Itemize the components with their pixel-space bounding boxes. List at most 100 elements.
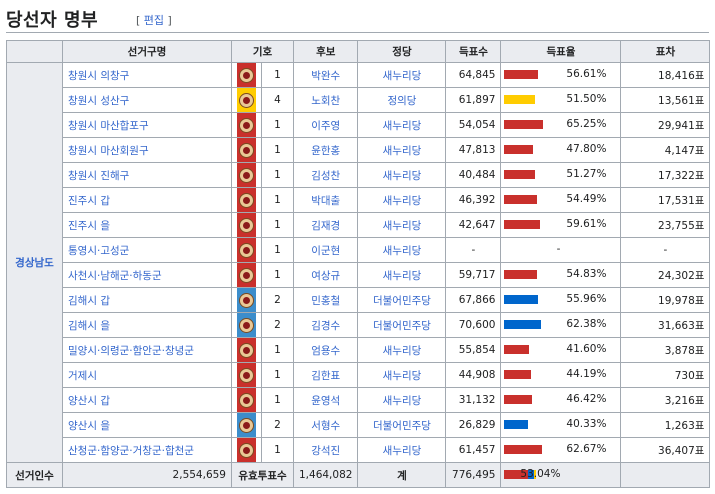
district-link[interactable]: 김해시 을 (62, 312, 232, 338)
district-link[interactable]: 진주시 갑 (62, 187, 232, 213)
candidate-link[interactable]: 김재경 (292, 212, 359, 238)
party-color-swatch (237, 63, 256, 87)
party-link[interactable]: 새누리당 (357, 187, 447, 213)
party-link[interactable]: 정의당 (357, 87, 447, 113)
candidate-link[interactable]: 엄용수 (292, 337, 359, 363)
candidate-link[interactable]: 여상규 (292, 262, 359, 288)
table-row: 진주시 갑 1 박대출 새누리당 46,392 54.49% 17,531표 (7, 187, 711, 213)
party-emblem-cell (231, 262, 262, 288)
vote-share: 62.38% (503, 313, 608, 337)
party-color-swatch (237, 113, 256, 137)
vote-share-label: 55.96% (566, 293, 607, 305)
party-color-swatch (237, 188, 256, 212)
party-link[interactable]: 새누리당 (357, 362, 447, 388)
vote-share-cell: 46.42% (500, 387, 622, 413)
party-link[interactable]: 새누리당 (357, 137, 447, 163)
party-link[interactable]: 새누리당 (357, 437, 447, 463)
vote-share-cell: 44.19% (500, 362, 622, 388)
district-link[interactable]: 진주시 을 (62, 212, 232, 238)
seal-core (243, 321, 250, 329)
candidate-link[interactable]: 민홍철 (292, 287, 359, 313)
seal-core (243, 271, 250, 279)
national-seal-icon (239, 117, 254, 133)
national-seal-icon (239, 417, 254, 433)
total-label: 계 (357, 462, 447, 488)
district-link[interactable]: 양산시 을 (62, 412, 232, 438)
candidate-number: 2 (261, 287, 294, 313)
vote-share-cell: 56.61% (500, 62, 622, 88)
party-link[interactable]: 새누리당 (357, 237, 447, 263)
party-link[interactable]: 새누리당 (357, 162, 447, 188)
seal-core (243, 146, 250, 154)
candidate-link[interactable]: 윤한홍 (292, 137, 359, 163)
table-row: 창원시 마산합포구 1 이주영 새누리당 54,054 65.25% 29,941표 (7, 112, 711, 138)
vote-count: - (445, 237, 502, 263)
vote-margin: 3,216표 (620, 387, 711, 413)
vote-share: 65.25% (503, 113, 608, 137)
party-link[interactable]: 새누리당 (357, 212, 447, 238)
party-link[interactable]: 새누리당 (357, 262, 447, 288)
candidate-link[interactable]: 강석진 (292, 437, 359, 463)
party-link[interactable]: 새누리당 (357, 112, 447, 138)
district-link[interactable]: 거제시 (62, 362, 232, 388)
candidate-link[interactable]: 박대출 (292, 187, 359, 213)
vote-share-cell: 51.50% (500, 87, 622, 113)
candidate-number: 1 (261, 162, 294, 188)
seal-core (243, 96, 250, 104)
table-row: 산청군·함양군·거창군·합천군 1 강석진 새누리당 61,457 62.67% 36,40… (7, 437, 711, 463)
party-link[interactable]: 새누리당 (357, 387, 447, 413)
candidate-link[interactable]: 박완수 (292, 62, 359, 88)
candidate-number: 2 (261, 412, 294, 438)
district-link[interactable]: 통영시·고성군 (62, 237, 232, 263)
vote-share-label: 41.60% (566, 343, 607, 355)
district-link[interactable]: 창원시 성산구 (62, 87, 232, 113)
vote-share-label: 56.61% (566, 68, 607, 80)
vote-share-label: 47.80% (566, 143, 607, 155)
district-link[interactable]: 양산시 갑 (62, 387, 232, 413)
candidate-link[interactable]: 서형수 (292, 412, 359, 438)
seal-core (243, 196, 250, 204)
edit-link[interactable]: 편집 (144, 14, 164, 27)
party-color-swatch (237, 138, 256, 162)
party-link[interactable]: 새누리당 (357, 337, 447, 363)
candidate-link[interactable]: 노회찬 (292, 87, 359, 113)
candidate-link[interactable]: 이주영 (292, 112, 359, 138)
vote-count: 70,600 (445, 312, 502, 338)
party-link[interactable]: 더불어민주당 (357, 287, 447, 313)
region-cell[interactable]: 경상남도 (6, 62, 63, 463)
vote-share-label: 54.49% (566, 193, 607, 205)
party-link[interactable]: 더불어민주당 (357, 412, 447, 438)
vote-margin: 18,416표 (620, 62, 711, 88)
vote-share-label: 51.50% (566, 93, 607, 105)
district-link[interactable]: 창원시 마산합포구 (62, 112, 232, 138)
candidate-link[interactable]: 김성찬 (292, 162, 359, 188)
vote-share-bar (504, 445, 543, 454)
district-link[interactable]: 창원시 진해구 (62, 162, 232, 188)
national-seal-icon (239, 242, 254, 258)
vote-margin: 730표 (620, 362, 711, 388)
header-votes: 득표수 (445, 40, 502, 63)
total-margin-empty (620, 462, 711, 488)
table-row: 진주시 을 1 김재경 새누리당 42,647 59.61% 23,755표 (7, 212, 711, 238)
district-link[interactable]: 창원시 마산회원구 (62, 137, 232, 163)
vote-share-cell: 59.61% (500, 212, 622, 238)
district-link[interactable]: 창원시 의창구 (62, 62, 232, 88)
candidate-link[interactable]: 이군현 (292, 237, 359, 263)
candidate-link[interactable]: 김한표 (292, 362, 359, 388)
district-link[interactable]: 김해시 갑 (62, 287, 232, 313)
vote-share-label: 51.27% (566, 168, 607, 180)
vote-share: 44.19% (503, 363, 608, 387)
vote-margin: 13,561표 (620, 87, 711, 113)
district-link[interactable]: 밀양시·의령군·함안군·창녕군 (62, 337, 232, 363)
party-link[interactable]: 새누리당 (357, 62, 447, 88)
district-link[interactable]: 사천시·남해군·하동군 (62, 262, 232, 288)
party-link[interactable]: 더불어민주당 (357, 312, 447, 338)
candidate-link[interactable]: 김경수 (292, 312, 359, 338)
district-link[interactable]: 산청군·함양군·거창군·합천군 (62, 437, 232, 463)
candidate-number: 1 (261, 337, 294, 363)
vote-margin: 24,302표 (620, 262, 711, 288)
valid-votes-label: 유효투표수 (231, 462, 294, 488)
party-emblem-cell (231, 187, 262, 213)
candidate-link[interactable]: 윤영석 (292, 387, 359, 413)
vote-count: 67,866 (445, 287, 502, 313)
